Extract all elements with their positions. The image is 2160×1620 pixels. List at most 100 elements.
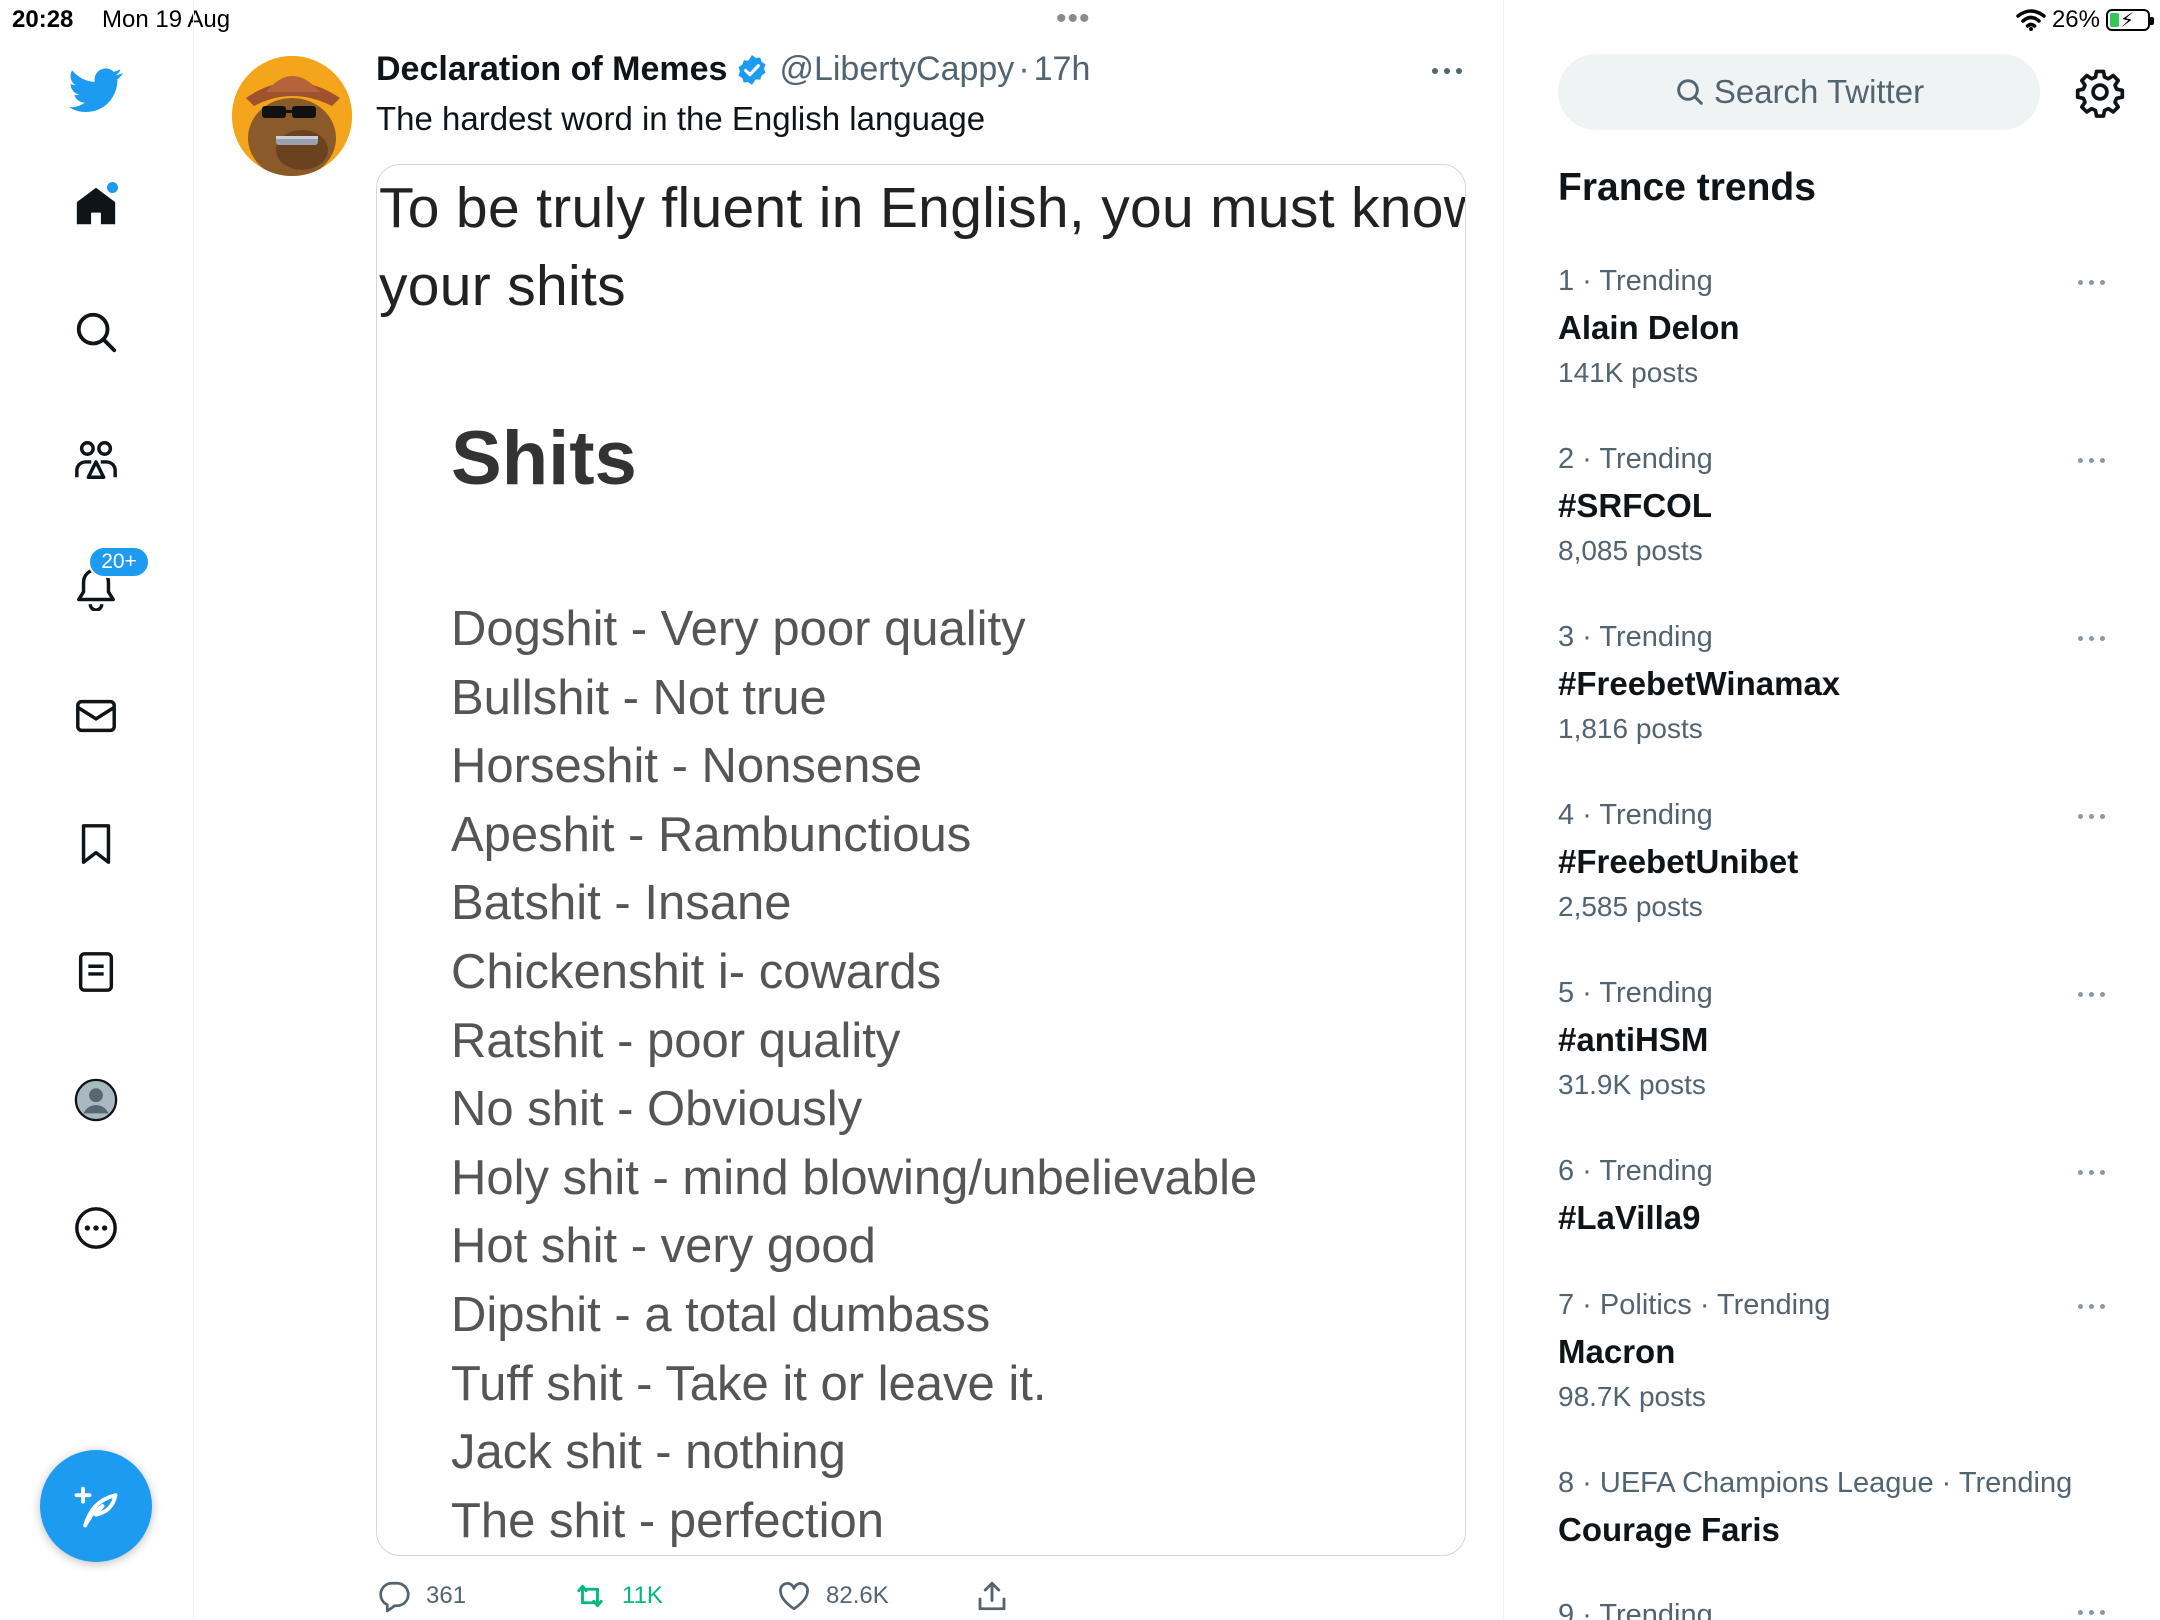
trend-more-options-icon[interactable] — [2076, 626, 2108, 650]
bookmark-icon — [81, 824, 111, 864]
definition-item: Batshit - Insane — [451, 876, 792, 931]
reply-count: 361 — [426, 1582, 467, 1609]
retweet-count: 11K — [622, 1582, 663, 1609]
trend-item[interactable]: 3 · Trending #FreebetWinamax 1,816 posts — [1558, 620, 2118, 746]
header-separator: · — [1018, 50, 1030, 88]
trend-meta: 9 · Trending — [1558, 1599, 1713, 1620]
reply-icon — [379, 1581, 410, 1613]
definition-item: Dipshit - a total dumbass — [451, 1287, 991, 1342]
nav-notifications[interactable]: 20+ — [66, 546, 150, 618]
nav-lists[interactable] — [66, 942, 126, 1002]
definition-item: Tuff shit - Take it or leave it. — [451, 1356, 1047, 1411]
trends-heading: France trends — [1558, 166, 1816, 209]
trend-item[interactable]: 8 · UEFA Champions League · Trending Cou… — [1558, 1466, 2118, 1548]
trend-more-options-icon[interactable] — [2076, 1294, 2108, 1318]
trend-item[interactable]: 6 · Trending #LaVilla9 — [1558, 1154, 2118, 1236]
definition-item: Chickenshit i- cowards — [451, 944, 942, 999]
trend-name: Courage Faris — [1558, 1511, 1780, 1548]
tweet-actions: 361 11K 82.6K — [376, 1576, 1476, 1616]
trend-item[interactable]: 1 · Trending Alain Delon 141K posts — [1558, 264, 2118, 390]
search-icon — [76, 312, 117, 353]
trend-meta: 5 · Trending — [1558, 977, 1713, 1009]
trend-name: #SRFCOL — [1558, 487, 1713, 524]
trend-more-options-icon[interactable] — [2076, 1600, 2108, 1620]
tweet-timestamp[interactable]: 17h — [1034, 50, 1091, 89]
definition-item: Apeshit - Rambunctious — [451, 807, 972, 862]
trend-more-options-icon[interactable] — [2076, 804, 2108, 828]
right-sidebar: Search Twitter France trends 1 · Trendin… — [1504, 0, 2160, 1620]
settings-button[interactable] — [2074, 66, 2126, 118]
trend-meta: 4 · Trending — [1558, 799, 1713, 831]
retweet-button[interactable]: 11K — [572, 1576, 663, 1616]
nav-bookmarks[interactable] — [66, 814, 126, 874]
trend-item[interactable]: 5 · Trending #antiHSM 31.9K posts — [1558, 976, 2118, 1102]
trend-item[interactable]: 2 · Trending #SRFCOL 8,085 posts — [1558, 442, 2118, 568]
trend-item[interactable]: 4 · Trending #FreebetUnibet 2,585 posts — [1558, 798, 2118, 924]
search-placeholder: Search Twitter — [1713, 73, 1925, 110]
definition-item: No shit - Obviously — [451, 1082, 863, 1137]
reply-button[interactable]: 361 — [376, 1576, 466, 1616]
definition-item: The shit - perfection — [451, 1493, 885, 1548]
more-circle-icon — [75, 1207, 117, 1249]
trend-posts: 141K posts — [1558, 357, 1699, 388]
trend-meta: 7 · Politics · Trending — [1558, 1289, 1831, 1321]
nav-explore[interactable] — [66, 302, 126, 362]
trend-item[interactable]: 9 · Trending — [1558, 1598, 2118, 1620]
image-intro-line: To be truly fluent in English, you must … — [379, 176, 1466, 240]
definition-item: Holy shit - mind blowing/unbelievable — [451, 1150, 1258, 1205]
share-icon — [978, 1581, 1006, 1611]
capybara-cowboy-avatar-icon — [232, 56, 352, 176]
notifications-badge: 20+ — [88, 546, 150, 578]
author-avatar[interactable] — [232, 56, 352, 176]
trend-name: #LaVilla9 — [1558, 1199, 1701, 1236]
compose-feather-icon — [74, 1486, 118, 1528]
twitter-logo-icon[interactable] — [66, 60, 126, 120]
author-handle[interactable]: @LibertyCappy — [779, 50, 1014, 89]
tweet-more-options-icon[interactable] — [1428, 52, 1468, 88]
nav-home[interactable] — [66, 176, 126, 236]
definition-item: Bullshit - Not true — [451, 670, 827, 725]
image-intro-text: To be truly fluent in English, you must … — [379, 169, 1466, 325]
like-button[interactable]: 82.6K — [776, 1576, 889, 1616]
trend-meta: 3 · Trending — [1558, 621, 1713, 653]
trend-posts: 31.9K posts — [1558, 1069, 1706, 1100]
author-name[interactable]: Declaration of Memes — [376, 50, 727, 89]
trend-posts: 2,585 posts — [1558, 891, 1703, 922]
trend-name: #FreebetWinamax — [1558, 665, 1841, 702]
trend-name: Macron — [1558, 1333, 1676, 1370]
definition-item: Jack shit - nothing — [451, 1425, 846, 1480]
trend-more-options-icon[interactable] — [2076, 982, 2108, 1006]
nav-profile[interactable] — [66, 1070, 126, 1130]
trend-more-options-icon[interactable] — [2076, 448, 2108, 472]
heart-icon — [779, 1582, 809, 1611]
timeline-column: Declaration of Memes @LibertyCappy · 17h… — [194, 0, 1504, 1620]
trend-posts: 1,816 posts — [1558, 713, 1703, 744]
trend-item[interactable]: 7 · Politics · Trending Macron 98.7K pos… — [1558, 1288, 2118, 1414]
trend-more-options-icon[interactable] — [2076, 270, 2108, 294]
image-definition-list: Dogshit - Very poor quality Bullshit - N… — [451, 595, 1257, 1555]
like-count: 82.6K — [826, 1582, 889, 1609]
definition-item: Horseshit - Nonsense — [451, 739, 923, 794]
nav-more[interactable] — [66, 1198, 126, 1258]
nav-communities[interactable] — [66, 430, 126, 490]
tweet[interactable]: Declaration of Memes @LibertyCappy · 17h… — [194, 0, 1504, 1620]
home-new-indicator — [107, 182, 118, 193]
trend-meta: 2 · Trending — [1558, 443, 1713, 475]
image-heading: Shits — [451, 416, 637, 501]
twitter-ipad-screen: 20:28 Mon 19 Aug ••• 26% ⚡ 20+ Declarati… — [0, 0, 2160, 1620]
image-intro-line: your shits — [379, 254, 626, 318]
trend-name: Alain Delon — [1558, 309, 1740, 346]
trend-meta: 8 · UEFA Champions League · Trending — [1558, 1467, 2073, 1499]
trend-more-options-icon[interactable] — [2076, 1160, 2108, 1184]
communities-icon — [75, 441, 117, 479]
nav-messages[interactable] — [66, 686, 126, 746]
search-input[interactable]: Search Twitter — [1558, 54, 2040, 130]
trend-name: #antiHSM — [1558, 1021, 1709, 1058]
tweet-header: Declaration of Memes @LibertyCappy · 17h — [376, 50, 1090, 89]
compose-tweet-button[interactable] — [40, 1450, 152, 1562]
retweet-icon — [577, 1584, 603, 1608]
definition-item: Dogshit - Very poor quality — [451, 602, 1026, 656]
tweet-image[interactable]: To be truly fluent in English, you must … — [376, 164, 1466, 1556]
share-button[interactable] — [974, 1576, 1010, 1616]
search-icon — [1677, 79, 1703, 105]
